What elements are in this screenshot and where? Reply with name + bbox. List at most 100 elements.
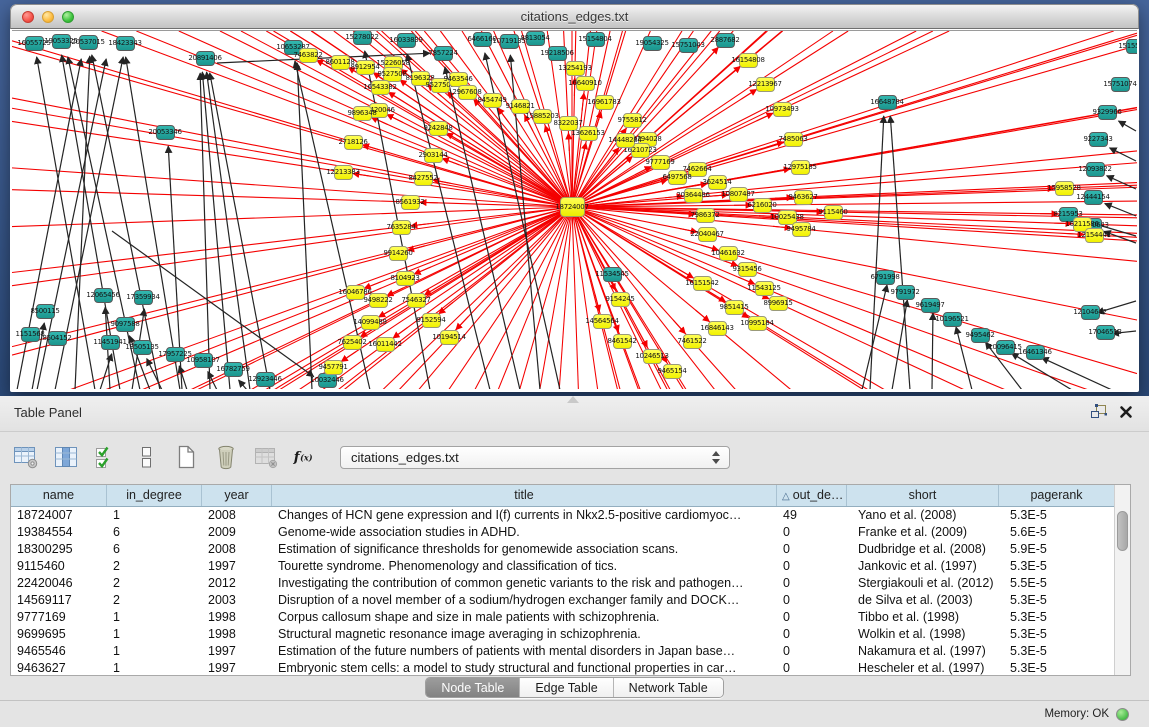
table-cell[interactable]: 2 bbox=[107, 592, 202, 609]
table-cell[interactable]: Estimation of the future numbers of pati… bbox=[272, 643, 777, 660]
close-panel-icon[interactable] bbox=[1119, 405, 1133, 424]
table-cell[interactable]: Tibbo et al. (1998) bbox=[847, 609, 999, 626]
table-settings-icon[interactable] bbox=[12, 444, 39, 471]
table-cell[interactable]: 1998 bbox=[202, 609, 272, 626]
panel-splitter-handle[interactable] bbox=[567, 396, 579, 403]
graph-node[interactable]: 10719135 bbox=[500, 34, 519, 49]
graph-node[interactable]: 7463822 bbox=[299, 48, 318, 63]
graph-node[interactable]: 9498222 bbox=[369, 293, 388, 308]
table-row[interactable]: 977716911998Corpus callosum shape and si… bbox=[11, 609, 1114, 626]
table-row[interactable]: 946554611997Estimation of the future num… bbox=[11, 643, 1114, 660]
graph-node[interactable]: 20891406 bbox=[196, 51, 215, 66]
table-cell[interactable]: 1 bbox=[107, 626, 202, 643]
table-cell[interactable]: Changes of HCN gene expression and I(f) … bbox=[272, 507, 777, 524]
graph-node[interactable]: 6497568 bbox=[668, 170, 687, 185]
select-columns-icon[interactable] bbox=[52, 444, 79, 471]
table-row[interactable]: 1938455462009Genome-wide association stu… bbox=[11, 524, 1114, 541]
graph-node[interactable]: 11543125 bbox=[755, 281, 774, 296]
tab-edge-table[interactable]: Edge Table bbox=[520, 678, 613, 697]
graph-node[interactable]: 9329966 bbox=[1098, 105, 1117, 120]
table-cell[interactable]: 6 bbox=[107, 524, 202, 541]
graph-node[interactable]: 6216020 bbox=[753, 198, 772, 213]
table-cell[interactable]: Embryonic stem cells: a model to study s… bbox=[272, 660, 777, 675]
graph-node[interactable]: 16151542 bbox=[693, 276, 712, 291]
table-cell[interactable]: 1998 bbox=[202, 626, 272, 643]
graph-node[interactable]: 9465154 bbox=[663, 364, 682, 379]
graph-node[interactable]: 10196521 bbox=[943, 312, 962, 327]
graph-node[interactable]: 8504152 bbox=[48, 331, 67, 346]
table-cell[interactable]: 6 bbox=[107, 541, 202, 558]
graph-node[interactable]: 12213383 bbox=[334, 165, 353, 180]
graph-node[interactable]: 2718126 bbox=[344, 135, 363, 150]
table-cell[interactable]: 18724007 bbox=[11, 507, 107, 524]
graph-node[interactable]: 17957225 bbox=[166, 347, 185, 362]
graph-node[interactable]: 19053325 bbox=[52, 34, 71, 49]
graph-node[interactable]: 9495462 bbox=[971, 328, 990, 343]
table-cell[interactable]: Estimation of significance thresholds fo… bbox=[272, 541, 777, 558]
graph-node[interactable]: 8454749 bbox=[483, 93, 502, 108]
graph-node[interactable]: 12093822 bbox=[1086, 162, 1105, 177]
table-cell[interactable]: Structural magnetic resonance image aver… bbox=[272, 626, 777, 643]
table-cell[interactable]: 5.6E-5 bbox=[999, 524, 1114, 541]
graph-node[interactable]: 12104642 bbox=[1081, 305, 1100, 320]
graph-node[interactable]: 6466160 bbox=[473, 32, 492, 47]
graph-node[interactable]: 7461522 bbox=[683, 334, 702, 349]
graph-node[interactable]: 14448284 bbox=[616, 133, 635, 148]
graph-node[interactable]: 9315456 bbox=[738, 262, 757, 277]
graph-node[interactable]: 13505135 bbox=[133, 340, 152, 355]
graph-node[interactable]: 9154245 bbox=[611, 292, 630, 307]
table-cell[interactable]: 1 bbox=[107, 643, 202, 660]
graph-node[interactable]: 9242848 bbox=[429, 121, 448, 136]
graph-node[interactable]: 13254193 bbox=[566, 61, 585, 76]
table-cell[interactable]: 5.3E-5 bbox=[999, 609, 1114, 626]
graph-node[interactable]: 8996915 bbox=[769, 296, 788, 311]
table-cell[interactable]: Investigating the contribution of common… bbox=[272, 575, 777, 592]
table-cell[interactable]: 19384554 bbox=[11, 524, 107, 541]
graph-node[interactable]: 3624514 bbox=[708, 175, 727, 190]
graph-node[interactable]: 12444154 bbox=[1084, 190, 1103, 205]
graph-node[interactable]: 10973493 bbox=[773, 102, 792, 117]
graph-node[interactable]: 16640910 bbox=[576, 76, 595, 91]
graph-node[interactable]: 9851415 bbox=[725, 300, 744, 315]
graph-node[interactable]: 7986372 bbox=[696, 208, 715, 223]
column-header-in_degree[interactable]: in_degree bbox=[107, 485, 202, 506]
graph-node[interactable]: 19054325 bbox=[643, 36, 662, 51]
graph-node[interactable]: 7857224 bbox=[434, 46, 453, 61]
graph-node[interactable]: 20053346 bbox=[156, 125, 175, 140]
graph-node[interactable]: 10032446 bbox=[318, 373, 337, 388]
graph-node[interactable]: 11534545 bbox=[603, 267, 622, 282]
graph-node[interactable]: 10096415 bbox=[996, 340, 1015, 355]
graph-node[interactable]: 22040467 bbox=[698, 227, 717, 242]
graph-node[interactable]: 16055725 bbox=[25, 36, 44, 51]
table-cell[interactable]: 1997 bbox=[202, 558, 272, 575]
table-cell[interactable]: 0 bbox=[777, 541, 847, 558]
graph-node[interactable]: 18423343 bbox=[116, 36, 135, 51]
graph-node[interactable]: 9463627 bbox=[794, 190, 813, 205]
table-cell[interactable]: 0 bbox=[777, 643, 847, 660]
graph-node[interactable]: 17046513 bbox=[1096, 325, 1115, 340]
graph-hub-node[interactable]: 18724007 bbox=[560, 197, 585, 217]
column-header-out_de[interactable]: △out_de… bbox=[777, 485, 847, 506]
graph-node[interactable]: 15751043 bbox=[679, 38, 698, 53]
table-cell[interactable]: 0 bbox=[777, 626, 847, 643]
graph-node[interactable]: 16846143 bbox=[708, 321, 727, 336]
graph-node[interactable]: 12923446 bbox=[256, 372, 275, 387]
graph-node[interactable]: 19218506 bbox=[548, 46, 567, 61]
table-cell[interactable]: 5.3E-5 bbox=[999, 660, 1114, 675]
graph-node[interactable]: 16648784 bbox=[878, 95, 897, 110]
graph-node[interactable]: 9495784 bbox=[792, 222, 811, 237]
window-titlebar[interactable]: citations_edges.txt bbox=[10, 4, 1139, 29]
column-header-name[interactable]: name bbox=[11, 485, 107, 506]
table-cell[interactable]: 9699695 bbox=[11, 626, 107, 643]
table-cell[interactable]: 5.9E-5 bbox=[999, 541, 1114, 558]
table-cell[interactable]: 2008 bbox=[202, 541, 272, 558]
table-cell[interactable]: 9463627 bbox=[11, 660, 107, 675]
table-cell[interactable]: Dudbridge et al. (2008) bbox=[847, 541, 999, 558]
graph-node[interactable]: 8461542 bbox=[613, 334, 632, 349]
column-header-title[interactable]: title bbox=[272, 485, 777, 506]
graph-node[interactable]: 14099489 bbox=[361, 315, 380, 330]
table-cell[interactable]: 2 bbox=[107, 558, 202, 575]
table-cell[interactable]: Nakamura et al. (1997) bbox=[847, 643, 999, 660]
graph-node[interactable]: 9227343 bbox=[1089, 132, 1108, 147]
table-cell[interactable]: Stergiakouli et al. (2012) bbox=[847, 575, 999, 592]
